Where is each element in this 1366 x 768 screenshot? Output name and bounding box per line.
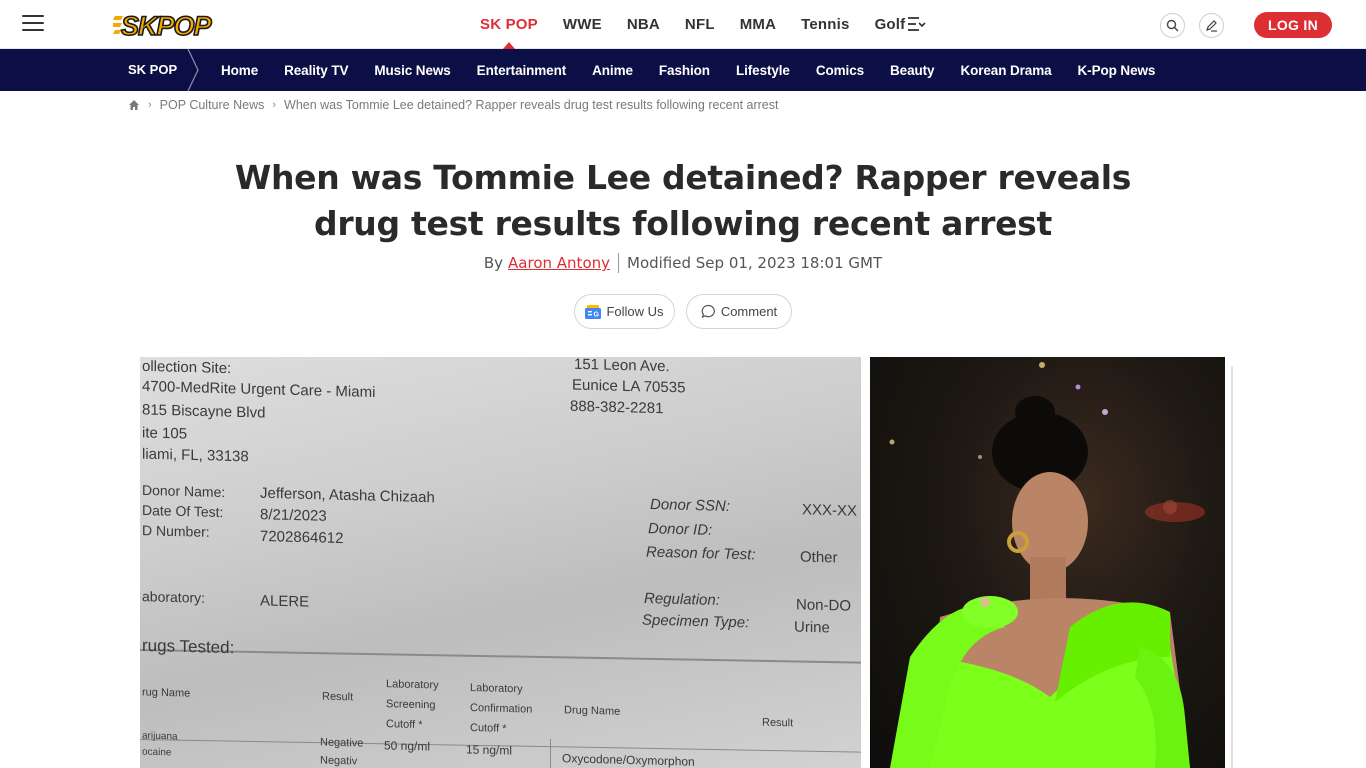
comment-button[interactable]: Comment — [686, 294, 792, 329]
doc-donor-id-label: Donor ID: — [648, 520, 713, 539]
author-link[interactable]: Aaron Antony — [508, 254, 610, 272]
doc-date-label: Date Of Test: — [142, 501, 224, 521]
site-logo[interactable]: SKPOP — [113, 8, 235, 40]
doc-lab: ALERE — [260, 592, 310, 611]
doc-id-label: D Number: — [142, 522, 210, 540]
cat-comics[interactable]: Comics — [816, 63, 864, 78]
cat-reality-tv[interactable]: Reality TV — [284, 63, 348, 78]
doc-collection-site: ollection Site: — [142, 357, 232, 378]
login-button[interactable]: LOG IN — [1254, 12, 1332, 38]
top-nav: SK POP WWE NBA NFL MMA Tennis Golf — [480, 0, 930, 49]
doc-col-result-2: Result — [762, 716, 794, 730]
search-icon — [1166, 19, 1179, 32]
doc-col-drug: rug Name — [142, 686, 191, 700]
doc-site-line-2: 815 Biscayne Blvd — [142, 401, 266, 422]
by-label: By — [483, 254, 504, 272]
doc-col-confirm: Laboratory Confirmation Cutoff * — [470, 681, 533, 735]
doc-rule — [140, 649, 861, 664]
nav-sk-pop[interactable]: SK POP — [480, 0, 538, 49]
pencil-icon — [1206, 20, 1217, 32]
title-line-2: drug test results following recent arres… — [314, 204, 1052, 243]
cat-lifestyle[interactable]: Lifestyle — [736, 63, 790, 78]
cat-home[interactable]: Home — [221, 63, 258, 78]
doc-row1-confirm: 15 ng/ml — [466, 742, 513, 758]
category-nav: Home Reality TV Music News Entertainment… — [221, 49, 1181, 91]
more-menu-icon[interactable] — [906, 15, 928, 35]
doc-row1-result: Negative — [320, 736, 364, 750]
doc-regulation: Non-DO — [796, 596, 852, 615]
sidebar-edge — [1231, 366, 1233, 768]
doc-row2-drug-2: Oxycodone/Oxymorphon — [562, 751, 695, 768]
doc-site-line-3: ite 105 — [142, 424, 188, 443]
comment-label: Comment — [720, 304, 778, 319]
cat-fashion[interactable]: Fashion — [659, 63, 710, 78]
modified-date: Modified Sep 01, 2023 18:01 GMT — [627, 254, 883, 272]
comment-icon — [701, 304, 716, 319]
search-button[interactable] — [1160, 13, 1185, 38]
doc-date: 8/21/2023 — [260, 506, 327, 525]
chevron-divider-icon — [187, 49, 199, 91]
doc-specimen-label: Specimen Type: — [642, 611, 750, 632]
doc-id: 7202864612 — [260, 527, 344, 548]
doc-reason-label: Reason for Test: — [646, 543, 756, 564]
nav-mma[interactable]: MMA — [740, 0, 776, 49]
doc-table-divider — [550, 739, 551, 768]
cat-korean-drama[interactable]: Korean Drama — [960, 63, 1051, 78]
breadcrumb-current: When was Tommie Lee detained? Rapper rev… — [284, 98, 779, 112]
doc-lab-label: aboratory: — [142, 588, 206, 606]
doc-addr-line-2: Eunice LA 70535 — [572, 376, 686, 397]
nav-nba[interactable]: NBA — [627, 0, 660, 49]
home-icon[interactable] — [128, 99, 140, 111]
category-bar: SK POP Home Reality TV Music News Entert… — [0, 49, 1366, 91]
svg-text:SKPOP: SKPOP — [121, 11, 213, 40]
menu-icon[interactable] — [22, 15, 44, 33]
doc-ssn: XXX-XX — [802, 501, 858, 520]
breadcrumb: › POP Culture News › When was Tommie Lee… — [128, 97, 778, 113]
cat-beauty[interactable]: Beauty — [890, 63, 935, 78]
doc-site-line-1: 4700-MedRite Urgent Care - Miami — [142, 377, 376, 402]
follow-us-label: Follow Us — [606, 304, 664, 319]
article-title: When was Tommie Lee detained? Rapper rev… — [183, 155, 1183, 247]
doc-addr-line-1: 151 Leon Ave. — [574, 357, 670, 376]
doc-row2-result: Negativ — [320, 754, 358, 768]
doc-col-result: Result — [322, 690, 354, 704]
cat-entertainment[interactable]: Entertainment — [477, 63, 567, 78]
tommie-lee-photo — [870, 357, 1225, 768]
doc-drugs-tested: rugs Tested: — [142, 635, 235, 658]
doc-row1-screen: 50 ng/ml — [384, 738, 431, 754]
byline: By Aaron Antony Modified Sep 01, 2023 18… — [283, 253, 1083, 273]
doc-donor-name: Jefferson, Atasha Chizaah — [260, 484, 435, 507]
sk-pop-logo-icon: SKPOP — [113, 10, 214, 40]
cat-anime[interactable]: Anime — [592, 63, 633, 78]
google-news-icon: G — [585, 304, 602, 319]
nav-tennis[interactable]: Tennis — [801, 0, 849, 49]
nav-wwe[interactable]: WWE — [563, 0, 602, 49]
nav-nfl[interactable]: NFL — [685, 0, 715, 49]
write-button[interactable] — [1199, 13, 1224, 38]
doc-donor-name-label: Donor Name: — [142, 481, 226, 501]
svg-text:G: G — [594, 311, 600, 318]
byline-divider — [618, 253, 619, 273]
doc-specimen: Urine — [794, 618, 830, 637]
doc-reason: Other — [800, 548, 838, 567]
top-header: SKPOP SK POP WWE NBA NFL MMA Tennis Golf… — [0, 0, 1366, 49]
title-line-1: When was Tommie Lee detained? Rapper rev… — [234, 158, 1132, 197]
breadcrumb-separator: › — [272, 99, 277, 111]
doc-ssn-label: Donor SSN: — [650, 495, 731, 516]
breadcrumb-section[interactable]: POP Culture News — [160, 98, 265, 112]
doc-regulation-label: Regulation: — [644, 590, 720, 609]
doc-row2-drug: ocaine — [142, 746, 172, 759]
follow-us-button[interactable]: G Follow Us — [574, 294, 675, 329]
doc-site-line-4: liami, FL, 33138 — [142, 445, 249, 466]
nav-golf[interactable]: Golf — [875, 0, 906, 49]
doc-col-screen: Laboratory Screening Cutoff * — [386, 678, 439, 732]
portrait-illustration — [889, 362, 1205, 768]
drug-test-document-image: ollection Site: 4700-MedRite Urgent Care… — [140, 357, 861, 768]
doc-row1-drug: arijuana — [142, 730, 178, 743]
breadcrumb-separator: › — [148, 99, 152, 111]
cat-kpop-news[interactable]: K-Pop News — [1078, 63, 1156, 78]
doc-addr-line-3: 888-382-2281 — [570, 397, 664, 418]
doc-col-drug-2: Drug Name — [564, 704, 621, 718]
cat-music-news[interactable]: Music News — [374, 63, 450, 78]
